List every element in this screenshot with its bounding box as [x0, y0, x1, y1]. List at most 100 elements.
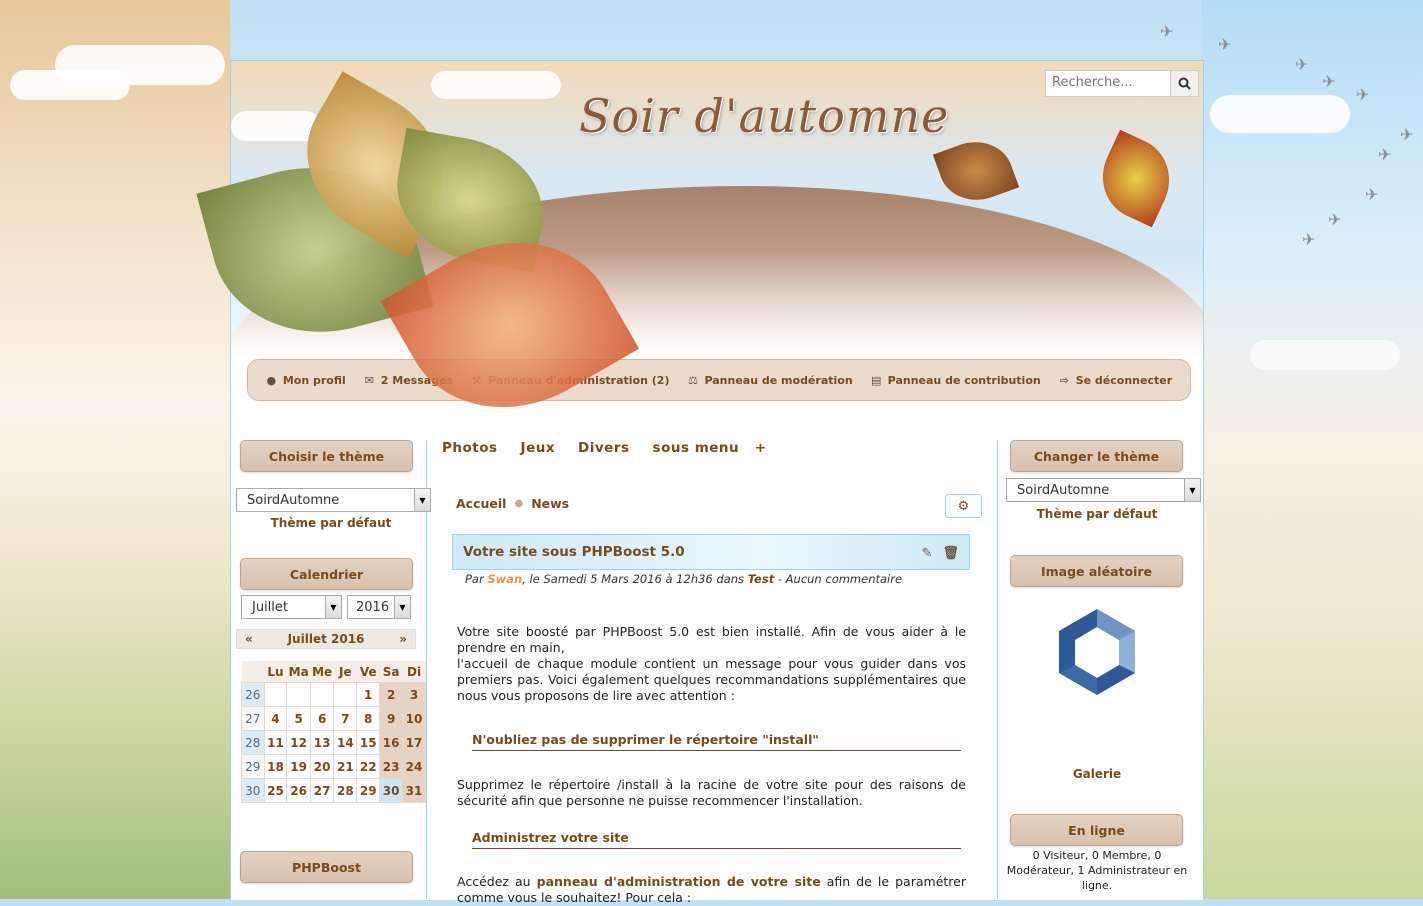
chevron-down-icon: ▼ [394, 596, 410, 618]
gear-icon: ⚙ [957, 498, 970, 514]
calendar-day[interactable]: 14 [333, 730, 358, 755]
random-image-title: Image aléatoire [1010, 555, 1183, 587]
author-link[interactable]: Swan [487, 572, 522, 586]
breadcrumb-news[interactable]: News [531, 496, 569, 511]
admin-panel-content-link[interactable]: panneau d'administration de votre site [537, 874, 821, 889]
calendar-week: 26 1 2 3 [241, 682, 426, 707]
calendar-day[interactable]: 5 [286, 706, 311, 731]
dot-separator-icon: ● [514, 498, 524, 509]
calendar-day[interactable]: 12 [286, 730, 311, 755]
phpboost-logo-icon [1059, 609, 1135, 695]
cloud [1250, 340, 1400, 370]
calendar-day[interactable]: 3 [402, 682, 426, 707]
bird-icon: ✈ [1218, 35, 1232, 54]
news-content: Votre site boosté par PHPBoost 5.0 est b… [457, 624, 966, 906]
maple-leaf-image [1088, 129, 1184, 228]
background-left [0, 0, 230, 899]
right-column: Changer le thème SoirdAutomne ▼ Thème pa… [1006, 440, 1202, 893]
calendar-day[interactable]: 24 [402, 754, 426, 779]
prev-month-icon[interactable]: « [245, 632, 253, 646]
edit-icon[interactable]: ✎ [922, 546, 933, 561]
cloud [10, 70, 130, 100]
theme-select[interactable]: SoirdAutomne ▼ [236, 488, 431, 512]
nav-jeux[interactable]: Jeux [521, 440, 556, 456]
calendar-day[interactable]: 28 [333, 778, 358, 803]
calendar-day[interactable]: 19 [286, 754, 311, 779]
paragraph: Supprimez le répertoire /install à la ra… [457, 777, 966, 808]
nav-sous-menu[interactable]: sous menu + [653, 440, 767, 456]
month-select[interactable]: Juillet ▼ [241, 595, 342, 619]
left-column: Choisir le thème SoirdAutomne ▼ Thème pa… [236, 440, 431, 883]
profile-link[interactable]: ● Mon profil [266, 374, 346, 387]
calendar-day[interactable]: 15 [356, 730, 381, 755]
calendar-day[interactable]: 22 [356, 754, 381, 779]
cloud [1210, 95, 1350, 133]
theme-select[interactable]: SoirdAutomne ▼ [1006, 478, 1201, 502]
calendar-day[interactable]: 23 [379, 754, 404, 779]
calendar-day[interactable]: 31 [402, 778, 426, 803]
chevron-down-icon: ▼ [325, 596, 341, 618]
top-navigation: Photos Jeux Divers sous menu + [442, 440, 982, 456]
calendar-day[interactable]: 13 [309, 730, 335, 755]
search-input[interactable] [1046, 71, 1170, 94]
calendar-nav: « Juillet 2016 » [236, 629, 416, 649]
main-content: Photos Jeux Divers sous menu + Accueil ●… [442, 440, 982, 905]
year-select[interactable]: 2016 ▼ [347, 595, 411, 619]
calendar-day-today[interactable]: 30 [379, 778, 404, 803]
bird-icon: ✈ [1400, 125, 1414, 144]
chevron-down-icon: ▼ [414, 489, 430, 511]
trash-icon[interactable]: 🗑 [942, 546, 959, 561]
news-title[interactable]: Votre site sous PHPBoost 5.0 [463, 544, 685, 560]
bird-icon: ✈ [1160, 22, 1174, 41]
calendar-title: Calendrier [240, 558, 413, 590]
calendar-day[interactable]: 9 [379, 706, 404, 731]
sign-out-icon: ⇨ [1059, 373, 1069, 387]
calendar-day[interactable]: 27 [309, 778, 335, 803]
nav-photos[interactable]: Photos [442, 440, 498, 456]
calendar-day[interactable]: 20 [309, 754, 335, 779]
default-theme-link[interactable]: Thème par défaut [236, 516, 426, 530]
calendar-day[interactable]: 21 [333, 754, 358, 779]
moderation-panel-link[interactable]: ⚖ Panneau de modération [687, 373, 853, 387]
calendar-day[interactable]: 29 [356, 778, 381, 803]
calendar-day[interactable]: 16 [379, 730, 404, 755]
calendar-day[interactable]: 10 [402, 706, 426, 731]
calendar-day[interactable]: 26 [286, 778, 311, 803]
calendar-day[interactable]: 11 [263, 730, 288, 755]
section-heading: Administrez votre site [472, 830, 961, 849]
settings-button[interactable]: ⚙ [945, 494, 982, 518]
category-link[interactable]: Test [748, 572, 775, 586]
user-icon: ● [266, 373, 277, 387]
gallery-image[interactable] [1059, 607, 1135, 697]
calendar-day[interactable]: 18 [263, 754, 288, 779]
change-theme-title: Changer le thème [1010, 440, 1183, 472]
default-theme-link[interactable]: Thème par défaut [1006, 507, 1188, 521]
nav-divers[interactable]: Divers [578, 440, 629, 456]
logout-link[interactable]: ⇨ Se déconnecter [1059, 373, 1173, 387]
calendar-day[interactable]: 7 [333, 706, 358, 731]
calendar-day[interactable]: 4 [263, 706, 288, 731]
paragraph: Accédez au panneau d'administration de v… [457, 874, 966, 905]
calendar-day[interactable]: 8 [356, 706, 381, 731]
bird-icon: ✈ [1322, 72, 1336, 91]
calendar-day[interactable]: 2 [379, 682, 404, 707]
calendar-day[interactable]: 6 [309, 706, 335, 731]
next-month-icon[interactable]: » [399, 632, 407, 646]
contribution-panel-link[interactable]: ▤ Panneau de contribution [871, 374, 1041, 387]
calendar-day[interactable]: 17 [402, 730, 426, 755]
gavel-icon: ⚖ [688, 373, 698, 387]
gallery-link[interactable]: Galerie [1006, 767, 1188, 781]
news-meta: Par Swan, le Samedi 5 Mars 2016 à 12h36 … [465, 572, 903, 586]
calendar-day[interactable]: 25 [263, 778, 288, 803]
phpboost-menu-title: PHPBoost [240, 851, 413, 883]
news-header: Votre site sous PHPBoost 5.0 ✎ 🗑 [452, 534, 970, 570]
breadcrumb-home[interactable]: Accueil [456, 496, 506, 511]
bird-icon: ✈ [1378, 145, 1392, 164]
calendar-day[interactable]: 1 [356, 682, 381, 707]
chevron-down-icon: ▼ [1184, 479, 1200, 501]
section-heading: N'oubliez pas de supprimer le répertoire… [472, 732, 961, 751]
search-button[interactable] [1170, 71, 1198, 96]
bird-icon: ✈ [1356, 85, 1370, 104]
site-title[interactable]: Soir d'automne [579, 89, 949, 143]
bird-icon: ✈ [1365, 185, 1379, 204]
